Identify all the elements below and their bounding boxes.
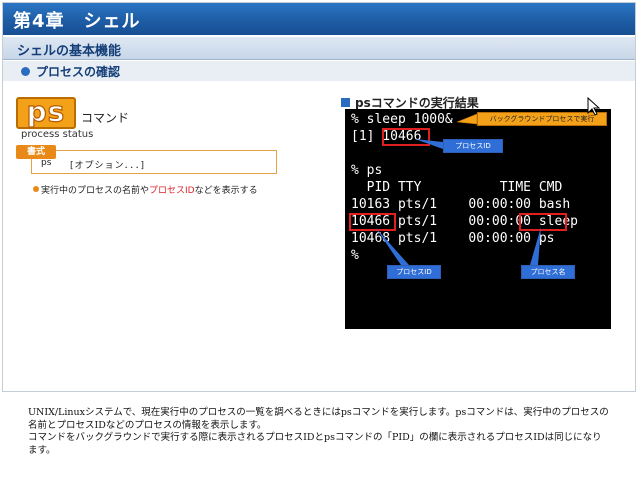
terminal-screen: % sleep 1000& [1] 10466 % ps PID TTY TIM… xyxy=(345,109,611,329)
syntax-command: ps xyxy=(41,158,52,168)
description-accent: プロセスID xyxy=(149,186,195,196)
pointer-pid-bottom xyxy=(375,227,409,265)
description-text: 実行中のプロセスの名前や xyxy=(41,186,150,196)
callout-process-name: プロセス名 xyxy=(521,265,575,279)
callout-pid-top: プロセスID xyxy=(443,139,503,153)
description-text-end: などを表示する xyxy=(194,186,258,196)
caption: UNIX/Linuxシステムで、現在実行中のプロセスの一覧を調べるときにはpsコ… xyxy=(28,407,614,457)
bullet-dot-icon xyxy=(21,67,30,76)
pointer-background xyxy=(456,113,478,125)
pointer-pid-top xyxy=(415,139,443,149)
caption-line: UNIX/Linuxシステムで、現在実行中のプロセスの一覧を調べるときにはpsコ… xyxy=(28,407,609,418)
caption-line: 名前とプロセスIDなどのプロセスの情報を表示します。 xyxy=(28,419,267,431)
result-square-icon xyxy=(341,98,350,107)
ps-logo: ps xyxy=(16,94,76,129)
callout-pid-bottom: プロセスID xyxy=(387,265,441,279)
ps-logo-text: ps xyxy=(26,94,66,128)
caption-line: ます。 xyxy=(28,444,56,456)
description: 実行中のプロセスの名前やプロセスIDなどを表示する xyxy=(41,183,258,196)
slide: 第4章 シェル シェルの基本機能 プロセスの確認 ps コマンド process… xyxy=(2,2,636,392)
chapter-title: 第4章 シェル xyxy=(13,11,141,32)
section-title: シェルの基本機能 xyxy=(17,44,122,59)
command-label: コマンド xyxy=(81,111,130,125)
description-bullet-icon xyxy=(33,186,39,192)
caption-line: コマンドをバックグラウンドで実行する際に表示されるプロセスIDとpsコマンドの「… xyxy=(28,432,602,443)
command-full-name: process status xyxy=(21,129,94,140)
chapter-bar: 第4章 シェル xyxy=(3,3,635,35)
syntax-arguments: [オプション．．．] xyxy=(70,161,146,171)
mouse-cursor-icon xyxy=(587,97,601,116)
pointer-process-name xyxy=(530,227,541,265)
syntax-tag: 書式 xyxy=(16,145,56,159)
subsection-title: プロセスの確認 xyxy=(36,65,121,79)
syntax-box xyxy=(31,150,277,174)
section-bar: シェルの基本機能 xyxy=(3,37,635,60)
